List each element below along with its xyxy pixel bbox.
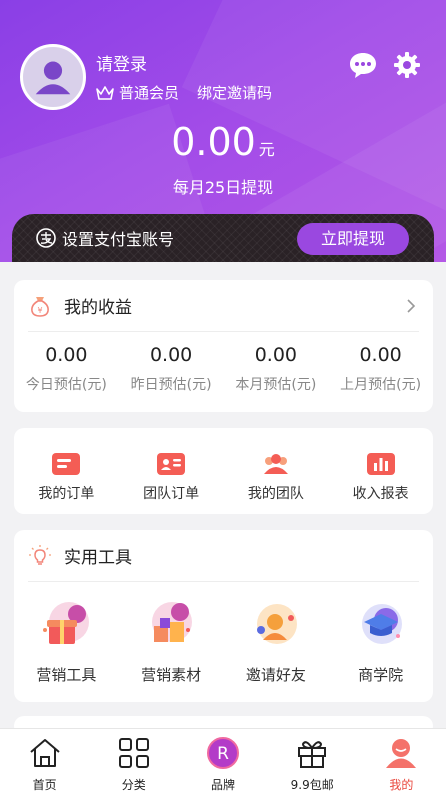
tab-free-shipping-label: 9.9包邮	[290, 778, 334, 792]
earnings-card: ¥ 我的收益 0.00 今日预估(元) 0.00 昨日预估(元) 0.00 本月…	[14, 280, 433, 412]
svg-text:¥: ¥	[37, 306, 42, 315]
tools-title: 实用工具	[64, 548, 132, 568]
login-link[interactable]: 请登录	[96, 50, 147, 75]
income-report-label: 收入报表	[352, 486, 409, 502]
report-icon	[366, 453, 395, 475]
team-orders-button[interactable]: 团队订单	[119, 452, 224, 514]
stat-value: 0.00	[149, 344, 193, 366]
balance-unit: 元	[258, 140, 275, 159]
team-order-icon	[157, 453, 186, 475]
tab-profile-label: 我的	[389, 778, 414, 792]
stat-value: 0.00	[45, 344, 88, 366]
member-info: 普通会员 绑定邀请码	[96, 82, 272, 103]
income-report-button[interactable]: 收入报表	[328, 452, 433, 514]
set-alipay-label: 设置支付宝账号	[62, 230, 175, 249]
withdraw-button[interactable]: 立即提现	[297, 223, 409, 255]
invite-icon	[256, 604, 297, 644]
gear-icon[interactable]	[392, 50, 422, 80]
stat-last-month: 0.00 上月预估(元)	[328, 344, 433, 394]
invite-friends-label: 邀请好友	[245, 666, 306, 684]
stat-this-month: 0.00 本月预估(元)	[224, 344, 329, 394]
set-alipay-account[interactable]: 设置支付宝账号	[36, 226, 174, 250]
school-icon	[361, 604, 402, 644]
tools-list: 营销工具 营销素材 邀请好友 商学院	[14, 600, 433, 685]
withdraw-note: 每月25日提现	[172, 178, 274, 197]
earnings-stats: 0.00 今日预估(元) 0.00 昨日预估(元) 0.00 本月预估(元) 0…	[14, 344, 433, 394]
tab-free-shipping[interactable]: 9.9包邮	[268, 729, 357, 796]
category-icon	[118, 738, 149, 768]
earnings-title: 我的收益	[64, 298, 132, 318]
svg-text:R: R	[217, 744, 229, 764]
chat-icon[interactable]	[348, 50, 378, 80]
bottom-tab-bar: 首页 分类 R 品牌 9.9包邮 我的	[0, 728, 446, 796]
my-orders-button[interactable]: 我的订单	[14, 452, 119, 514]
team-orders-label: 团队订单	[143, 486, 200, 502]
gift-icon	[43, 602, 90, 644]
my-orders-label: 我的订单	[38, 486, 95, 502]
tab-brand-label: 品牌	[211, 778, 236, 792]
marketing-tools-label: 营销工具	[36, 666, 97, 684]
tab-profile[interactable]: 我的	[357, 729, 446, 796]
marketing-tools-button[interactable]: 营销工具	[14, 600, 119, 685]
orders-card: 我的订单 团队订单 我的团队 收入报表	[14, 428, 433, 514]
stat-value: 0.00	[254, 344, 298, 366]
gift-box-icon	[298, 741, 327, 768]
member-level: 普通会员	[119, 84, 180, 102]
stat-label: 上月预估(元)	[340, 377, 422, 393]
my-team-label: 我的团队	[247, 486, 304, 502]
bind-invite-code-link[interactable]: 绑定邀请码	[197, 82, 272, 103]
invite-friends-button[interactable]: 邀请好友	[224, 600, 329, 685]
home-icon	[29, 739, 60, 767]
brand-icon: R	[207, 737, 239, 769]
avatar[interactable]	[20, 44, 86, 110]
tab-home-label: 首页	[32, 778, 57, 792]
stat-label: 本月预估(元)	[235, 377, 317, 393]
business-school-button[interactable]: 商学院	[328, 600, 433, 685]
tab-home[interactable]: 首页	[0, 729, 89, 796]
order-icon	[52, 453, 81, 475]
stat-yesterday: 0.00 昨日预估(元)	[119, 344, 224, 394]
chevron-right-icon	[407, 298, 416, 313]
marketing-materials-button[interactable]: 营销素材	[119, 600, 224, 685]
balance-amount: 0.00	[171, 120, 256, 164]
money-bag-icon: ¥	[31, 296, 49, 317]
material-icon	[152, 602, 193, 642]
tools-header: 实用工具	[28, 530, 419, 582]
alipay-bar: 设置支付宝账号 立即提现	[12, 214, 434, 262]
tab-brand[interactable]: R 品牌	[178, 729, 267, 796]
stat-label: 昨日预估(元)	[130, 377, 212, 393]
profile-icon	[386, 739, 417, 768]
my-team-button[interactable]: 我的团队	[224, 452, 329, 514]
tab-category-label: 分类	[121, 778, 146, 792]
earnings-header[interactable]: ¥ 我的收益	[28, 280, 419, 332]
alipay-icon	[36, 228, 56, 248]
team-icon	[263, 454, 288, 474]
tools-card: 实用工具 营销工具 营销素材 邀请好友 商学院	[14, 530, 433, 702]
stat-label: 今日预估(元)	[25, 377, 107, 393]
marketing-materials-label: 营销素材	[141, 666, 202, 684]
lightbulb-icon	[29, 544, 51, 565]
crown-icon	[96, 85, 114, 100]
balance-display: 0.00 元	[0, 120, 446, 164]
stat-today: 0.00 今日预估(元)	[14, 344, 119, 394]
stat-value: 0.00	[359, 344, 402, 366]
tab-category[interactable]: 分类	[89, 729, 178, 796]
user-silhouette-icon	[35, 61, 71, 95]
business-school-label: 商学院	[358, 666, 404, 684]
